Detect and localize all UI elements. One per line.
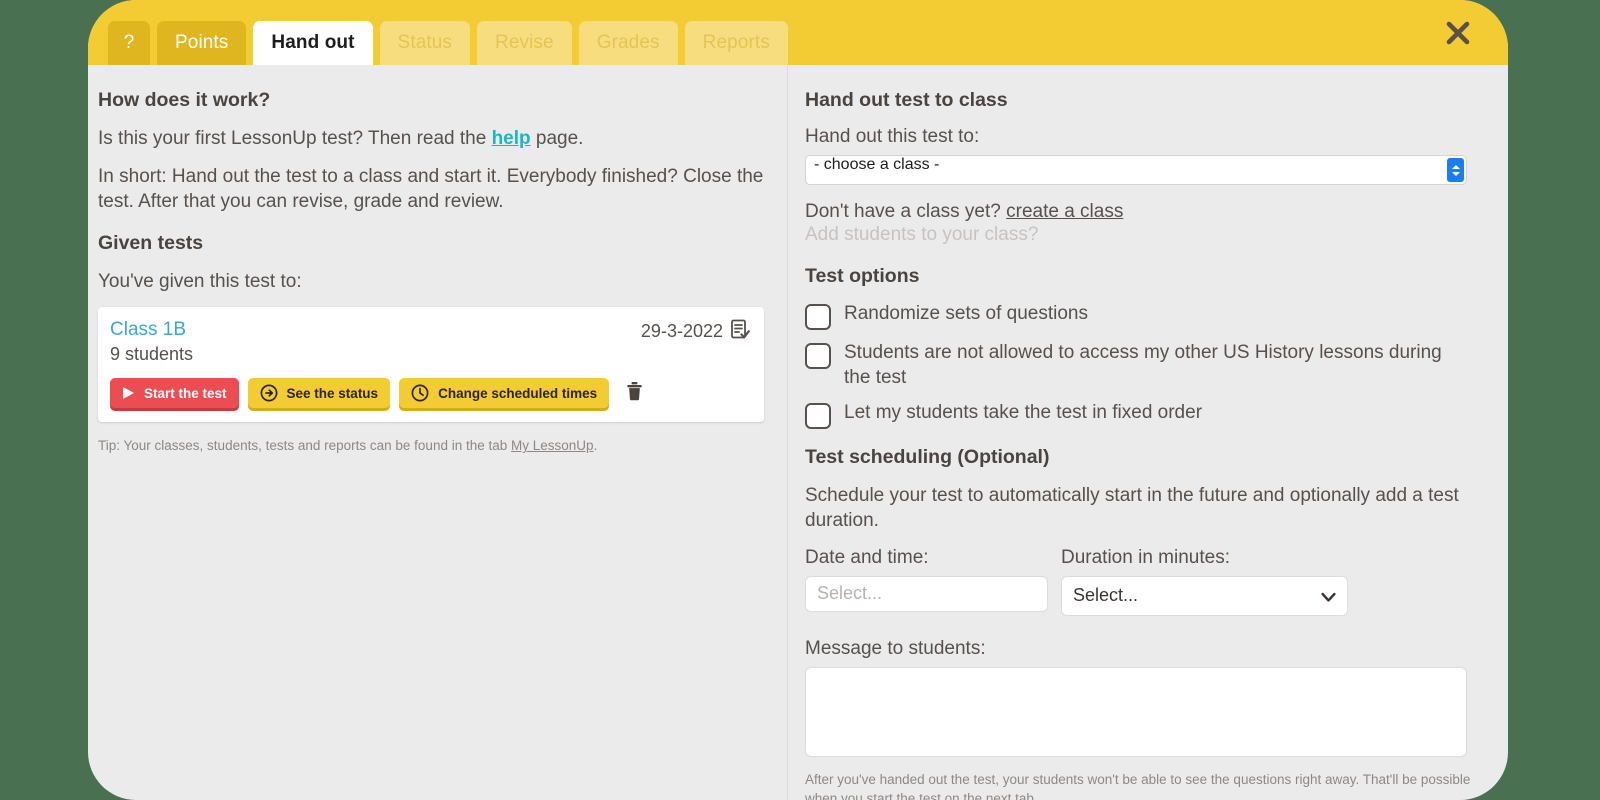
option-row-randomize: Randomize sets of questions	[805, 302, 1498, 330]
duration-select-wrapper: Select...	[1061, 576, 1348, 616]
handout-footnote: After you've handed out the test, your s…	[805, 770, 1475, 800]
test-scheduling-description: Schedule your test to automatically star…	[805, 483, 1498, 533]
option-label-randomize: Randomize sets of questions	[844, 302, 1088, 327]
given-tests-heading: Given tests	[98, 232, 765, 255]
option-row-fixed-order: Let my students take the test in fixed o…	[805, 401, 1498, 429]
tab-revise[interactable]: Revise	[477, 21, 572, 65]
create-a-class-link[interactable]: create a class	[1006, 201, 1123, 222]
card-date-block: 29-3-2022	[641, 319, 750, 344]
in-short-paragraph: In short: Hand out the test to a class a…	[98, 164, 765, 214]
card-header-row: Class 1B 9 students 29-3-2022	[110, 319, 750, 365]
help-link[interactable]: help	[492, 128, 531, 149]
create-class-line: Don't have a class yet? create a class	[805, 201, 1498, 223]
scheduled-list-check-icon	[731, 319, 750, 344]
hand-out-heading: Hand out test to class	[805, 89, 1498, 112]
tab-grades[interactable]: Grades	[579, 21, 678, 65]
given-test-card: Class 1B 9 students 29-3-2022	[98, 307, 764, 422]
option-label-fixed-order: Let my students take the test in fixed o…	[844, 401, 1202, 426]
start-the-test-button[interactable]: Start the test	[110, 378, 239, 408]
tip-text-after: .	[594, 438, 598, 453]
intro-paragraph: Is this your first LessonUp test? Then r…	[98, 126, 765, 151]
tab-reports[interactable]: Reports	[685, 21, 788, 65]
change-scheduled-times-label: Change scheduled times	[438, 387, 597, 401]
checkbox-randomize-sets[interactable]	[805, 304, 831, 330]
intro-text-after: page.	[531, 128, 584, 149]
student-count: 9 students	[110, 344, 193, 365]
duration-select[interactable]: Select...	[1061, 576, 1348, 616]
date-and-time-label: Date and time:	[805, 547, 1048, 569]
class-select[interactable]: - choose a class -	[805, 155, 1467, 185]
tip-text: Tip: Your classes, students, tests and r…	[98, 438, 765, 453]
close-icon[interactable]	[1441, 16, 1475, 50]
arrow-circle-right-icon	[260, 384, 278, 402]
option-row-block-lessons: Students are not allowed to access my ot…	[805, 341, 1498, 390]
handout-modal: ? Points Hand out Status Revise Grades R…	[88, 0, 1508, 800]
handout-date: 29-3-2022	[641, 321, 723, 342]
tip-text-before: Tip: Your classes, students, tests and r…	[98, 438, 511, 453]
test-scheduling-heading: Test scheduling (Optional)	[805, 446, 1498, 469]
scheduling-fields: Date and time: Duration in minutes: Sele…	[805, 547, 1498, 616]
test-options-heading: Test options	[805, 265, 1498, 288]
play-icon	[122, 386, 135, 400]
clock-icon	[411, 384, 429, 402]
tab-hand-out[interactable]: Hand out	[253, 21, 372, 65]
how-does-it-work-heading: How does it work?	[98, 89, 765, 112]
class-select-stepper[interactable]	[1447, 158, 1464, 182]
duration-field-group: Duration in minutes: Select...	[1061, 547, 1348, 616]
change-scheduled-times-button[interactable]: Change scheduled times	[399, 378, 609, 408]
message-to-students-label: Message to students:	[805, 638, 1498, 660]
card-class-block: Class 1B 9 students	[110, 319, 193, 365]
start-the-test-label: Start the test	[144, 387, 227, 401]
tab-help[interactable]: ?	[108, 21, 150, 65]
left-panel: How does it work? Is this your first Les…	[88, 65, 788, 800]
class-name-link[interactable]: Class 1B	[110, 319, 193, 341]
create-class-text: Don't have a class yet?	[805, 201, 1006, 222]
option-label-block-lessons: Students are not allowed to access my ot…	[844, 341, 1444, 390]
right-panel: Hand out test to class Hand out this tes…	[788, 65, 1508, 800]
trash-icon[interactable]	[626, 381, 643, 406]
date-and-time-input[interactable]	[805, 576, 1048, 612]
checkbox-fixed-order[interactable]	[805, 403, 831, 429]
card-action-row: Start the test See the status	[110, 378, 750, 408]
see-the-status-button[interactable]: See the status	[248, 378, 391, 408]
see-the-status-label: See the status	[287, 387, 379, 401]
datetime-field-group: Date and time:	[805, 547, 1048, 616]
my-lessonup-link[interactable]: My LessonUp	[511, 438, 594, 453]
tab-status[interactable]: Status	[380, 21, 470, 65]
duration-label: Duration in minutes:	[1061, 547, 1348, 569]
add-students-link[interactable]: Add students to your class?	[805, 224, 1498, 246]
message-to-students-textarea[interactable]	[805, 667, 1467, 757]
hand-out-to-label: Hand out this test to:	[805, 126, 1498, 148]
checkbox-block-other-lessons[interactable]	[805, 343, 831, 369]
tab-strip: ? Points Hand out Status Revise Grades R…	[108, 21, 788, 65]
given-tests-subtitle: You've given this test to:	[98, 269, 765, 294]
class-select-wrapper: - choose a class -	[805, 155, 1467, 185]
modal-content: How does it work? Is this your first Les…	[88, 65, 1508, 800]
intro-text-before: Is this your first LessonUp test? Then r…	[98, 128, 492, 149]
tab-points[interactable]: Points	[157, 21, 246, 65]
modal-topbar: ? Points Hand out Status Revise Grades R…	[88, 0, 1508, 65]
